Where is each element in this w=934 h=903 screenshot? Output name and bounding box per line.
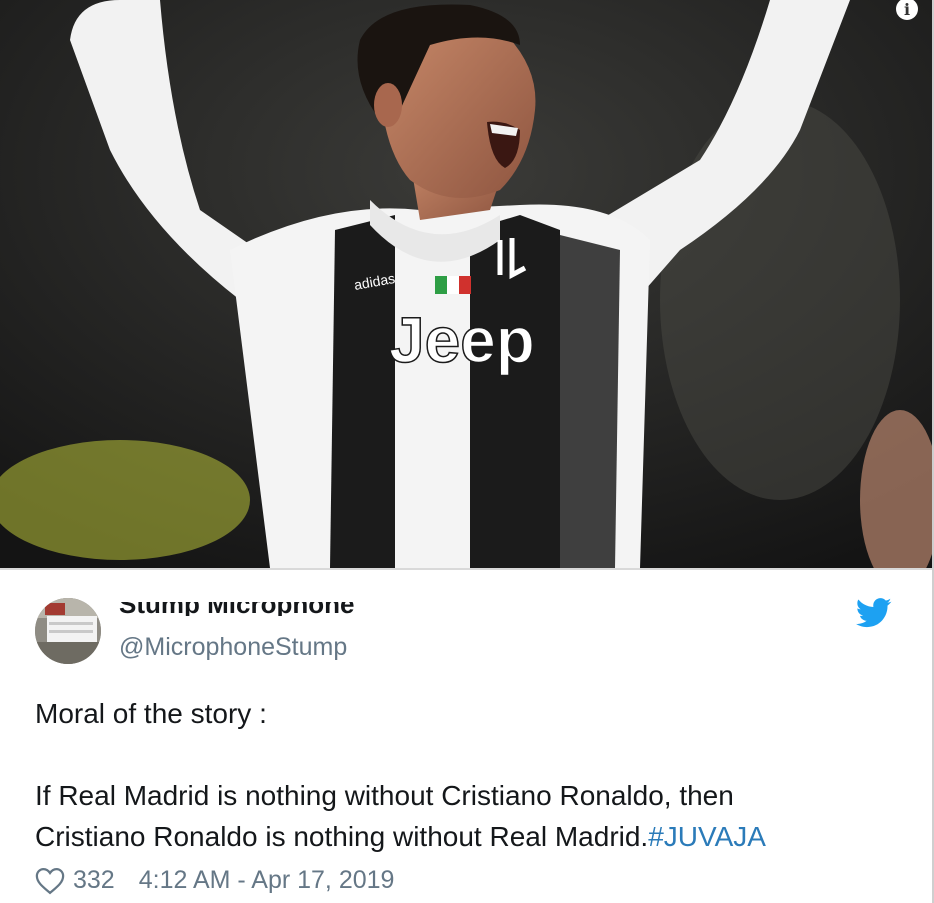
media-divider bbox=[0, 568, 932, 570]
tweet-text-line: If Real Madrid is nothing without Cristi… bbox=[35, 780, 734, 811]
tweet-text-line: Moral of the story : bbox=[35, 698, 267, 729]
display-name[interactable]: Stump Microphone bbox=[119, 602, 354, 616]
tweet-timestamp[interactable]: 4:12 AM - Apr 17, 2019 bbox=[139, 866, 395, 895]
hashtag-link[interactable]: #JUVAJA bbox=[648, 821, 766, 852]
tweet-footer: 332 4:12 AM - Apr 17, 2019 bbox=[35, 866, 394, 895]
tweet-media-image[interactable]: Jeep adidas i bbox=[0, 0, 932, 568]
avatar[interactable] bbox=[35, 598, 101, 664]
tweet-text-line: Cristiano Ronaldo is nothing without Rea… bbox=[35, 816, 915, 857]
tweet-text-span: Cristiano Ronaldo is nothing without Rea… bbox=[35, 821, 649, 852]
like-count[interactable]: 332 bbox=[73, 866, 115, 895]
heart-icon[interactable] bbox=[35, 867, 65, 895]
tweet-text: Moral of the story : If Real Madrid is n… bbox=[35, 693, 915, 857]
user-handle[interactable]: @MicrophoneStump bbox=[119, 633, 347, 662]
jersey-sponsor-text: Jeep bbox=[389, 304, 535, 376]
twitter-bird-icon[interactable] bbox=[856, 598, 892, 628]
